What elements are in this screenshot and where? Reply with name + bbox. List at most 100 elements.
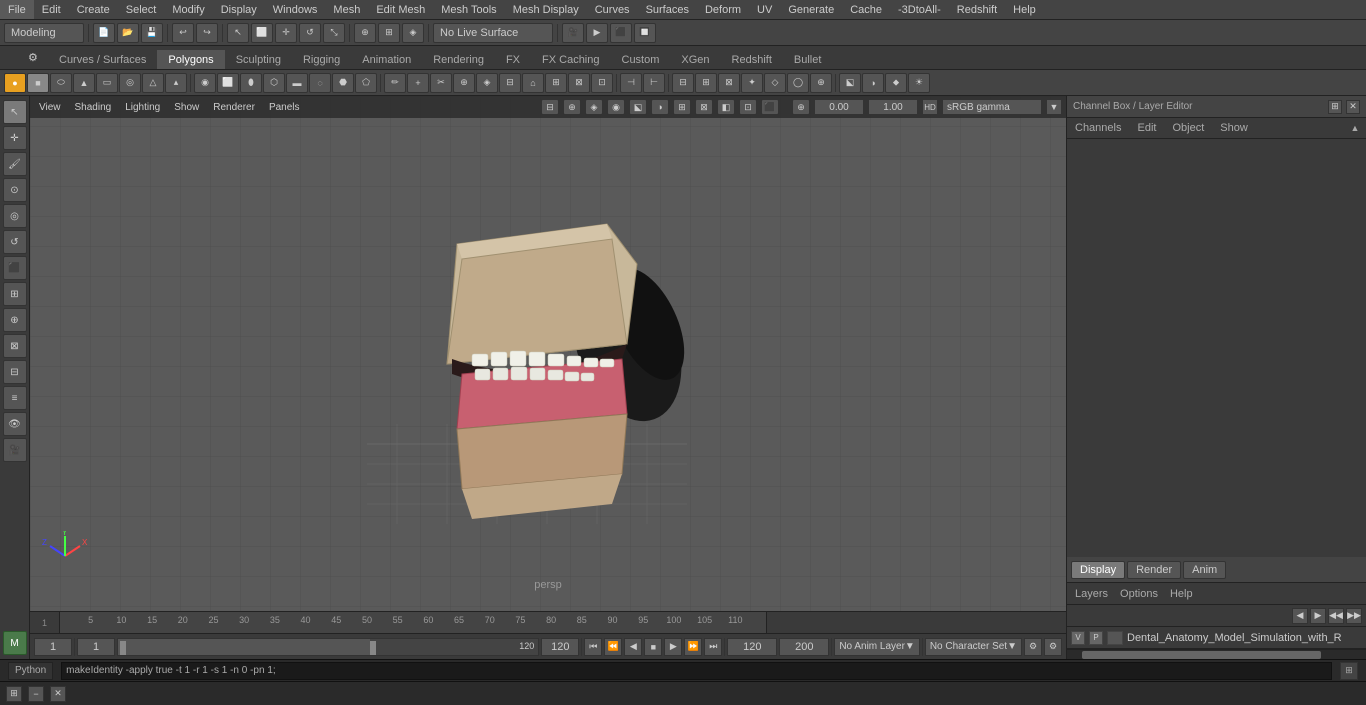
tab-animation[interactable]: Animation: [351, 50, 422, 69]
wedge-btn[interactable]: ◇: [764, 73, 786, 93]
layer-btn[interactable]: ≡: [3, 386, 27, 410]
menu-create[interactable]: Create: [69, 0, 118, 19]
cube-btn[interactable]: ■: [27, 73, 49, 93]
menu-cache[interactable]: Cache: [842, 0, 890, 19]
object-tab[interactable]: Object: [1168, 120, 1208, 136]
vp-icon7[interactable]: ⊞: [673, 99, 691, 115]
crease-btn[interactable]: ⊕: [3, 308, 27, 332]
help-menu[interactable]: Help: [1166, 586, 1197, 602]
menu-edit[interactable]: Edit: [34, 0, 69, 19]
char-set-dropdown[interactable]: No Character Set▼: [925, 638, 1022, 656]
view-menu[interactable]: View: [34, 101, 66, 114]
draw-btn[interactable]: ✏: [384, 73, 406, 93]
char-set-settings[interactable]: ⚙: [1024, 638, 1042, 656]
timeline-ruler[interactable]: 5101520253035404550556065707580859095100…: [60, 612, 766, 633]
live-surface-dropdown[interactable]: No Live Surface: [433, 23, 553, 43]
vp-icon8[interactable]: ⊠: [695, 99, 713, 115]
vp-icon12[interactable]: ⊕: [792, 99, 810, 115]
save-btn[interactable]: 💾: [141, 23, 163, 43]
menu-3dtool[interactable]: -3DtoAll-: [890, 0, 949, 19]
hdr-btn[interactable]: HD: [922, 99, 938, 115]
snap1-btn[interactable]: ⊕: [354, 23, 376, 43]
shading-menu[interactable]: Shading: [70, 101, 117, 114]
menu-generate[interactable]: Generate: [780, 0, 842, 19]
layer-scroll-track[interactable]: [1067, 649, 1366, 659]
prism-btn[interactable]: △: [142, 73, 164, 93]
render3-btn[interactable]: ⬛: [610, 23, 632, 43]
inset-btn[interactable]: ⊡: [591, 73, 613, 93]
poly-torus-btn[interactable]: ◌: [309, 73, 331, 93]
panel-float-btn[interactable]: ⊞: [1328, 100, 1342, 114]
menu-help[interactable]: Help: [1005, 0, 1044, 19]
frame-range-bar[interactable]: 120: [117, 638, 539, 656]
pyramid-btn[interactable]: ▴: [165, 73, 187, 93]
menu-deform[interactable]: Deform: [697, 0, 749, 19]
mode-dropdown[interactable]: Modeling: [4, 23, 84, 43]
vp-icon4[interactable]: ◉: [607, 99, 625, 115]
win-icon[interactable]: ⊞: [6, 686, 22, 702]
render4-btn[interactable]: 🔲: [634, 23, 656, 43]
layer-scroll-thumb[interactable]: [1082, 651, 1321, 659]
cone-btn[interactable]: ▲: [73, 73, 95, 93]
colorspace-options[interactable]: ▼: [1046, 99, 1062, 115]
layer-scroll-left2[interactable]: ◀◀: [1328, 608, 1344, 624]
edit-tab[interactable]: Edit: [1133, 120, 1160, 136]
vp-icon5[interactable]: ⬕: [629, 99, 647, 115]
render2-btn[interactable]: ▶: [586, 23, 608, 43]
merge-btn[interactable]: ⊕: [453, 73, 475, 93]
cut-btn[interactable]: ✂: [430, 73, 452, 93]
layer-visibility-v[interactable]: V: [1071, 631, 1085, 645]
offset-btn[interactable]: ⊞: [695, 73, 717, 93]
step-back-btn[interactable]: ⏪: [604, 638, 622, 656]
panels-menu[interactable]: Panels: [264, 101, 305, 114]
poly-cyl-btn[interactable]: ⬮: [240, 73, 262, 93]
layer-scroll-right2[interactable]: ▶▶: [1346, 608, 1362, 624]
tab-sculpting[interactable]: Sculpting: [225, 50, 292, 69]
redo-btn[interactable]: ↪: [196, 23, 218, 43]
vp-icon1[interactable]: ⊟: [541, 99, 559, 115]
vp-icon11[interactable]: ⬛: [761, 99, 779, 115]
loop-btn[interactable]: ⊟: [672, 73, 694, 93]
play-fwd-btn[interactable]: ▶: [664, 638, 682, 656]
torus-btn[interactable]: ◎: [119, 73, 141, 93]
vp-icon6[interactable]: ◑: [651, 99, 669, 115]
snap3-btn[interactable]: ◈: [402, 23, 424, 43]
tab-fx-caching[interactable]: FX Caching: [531, 50, 610, 69]
menu-mesh-tools[interactable]: Mesh Tools: [433, 0, 504, 19]
tab-curves-surfaces[interactable]: Curves / Surfaces: [48, 50, 157, 69]
target-weld-btn[interactable]: ⊕: [810, 73, 832, 93]
poly-plane-btn[interactable]: ▬: [286, 73, 308, 93]
tab-custom[interactable]: Custom: [611, 50, 671, 69]
sculpt-btn[interactable]: ⊠: [3, 334, 27, 358]
scale-btn[interactable]: ⤡: [323, 23, 345, 43]
step-fwd-btn[interactable]: ⏩: [684, 638, 702, 656]
menu-select[interactable]: Select: [118, 0, 165, 19]
fill-btn[interactable]: ◈: [476, 73, 498, 93]
menu-uv[interactable]: UV: [749, 0, 780, 19]
show-tab[interactable]: Show: [1216, 120, 1252, 136]
win-minimize[interactable]: −: [28, 686, 44, 702]
mirror-btn[interactable]: ⊣: [620, 73, 642, 93]
vp-icon10[interactable]: ⊡: [739, 99, 757, 115]
menu-mesh-display[interactable]: Mesh Display: [505, 0, 587, 19]
region-select-btn[interactable]: ⬛: [3, 256, 27, 280]
menu-mesh[interactable]: Mesh: [325, 0, 368, 19]
gamma-field[interactable]: 1.00: [868, 99, 918, 115]
render-view-btn[interactable]: 🎥: [3, 438, 27, 462]
select-btn[interactable]: ↖: [227, 23, 249, 43]
poly-extra-btn[interactable]: ⬠: [355, 73, 377, 93]
plane-btn[interactable]: ▭: [96, 73, 118, 93]
rotate-btn[interactable]: ↺: [299, 23, 321, 43]
light-btn[interactable]: ☀: [908, 73, 930, 93]
menu-windows[interactable]: Windows: [265, 0, 326, 19]
circularize-btn[interactable]: ◯: [787, 73, 809, 93]
tab-rigging[interactable]: Rigging: [292, 50, 351, 69]
anim-layer-dropdown[interactable]: No Anim Layer▼: [834, 638, 920, 656]
viewport[interactable]: View Shading Lighting Show Renderer Pane…: [30, 96, 1066, 611]
extrude-btn[interactable]: ⊞: [545, 73, 567, 93]
lighting-menu[interactable]: Lighting: [120, 101, 165, 114]
channels-tab[interactable]: Channels: [1071, 120, 1125, 136]
options-menu[interactable]: Options: [1116, 586, 1162, 602]
render-tab-btn[interactable]: Render: [1127, 561, 1181, 579]
snap2-btn[interactable]: ⊞: [378, 23, 400, 43]
